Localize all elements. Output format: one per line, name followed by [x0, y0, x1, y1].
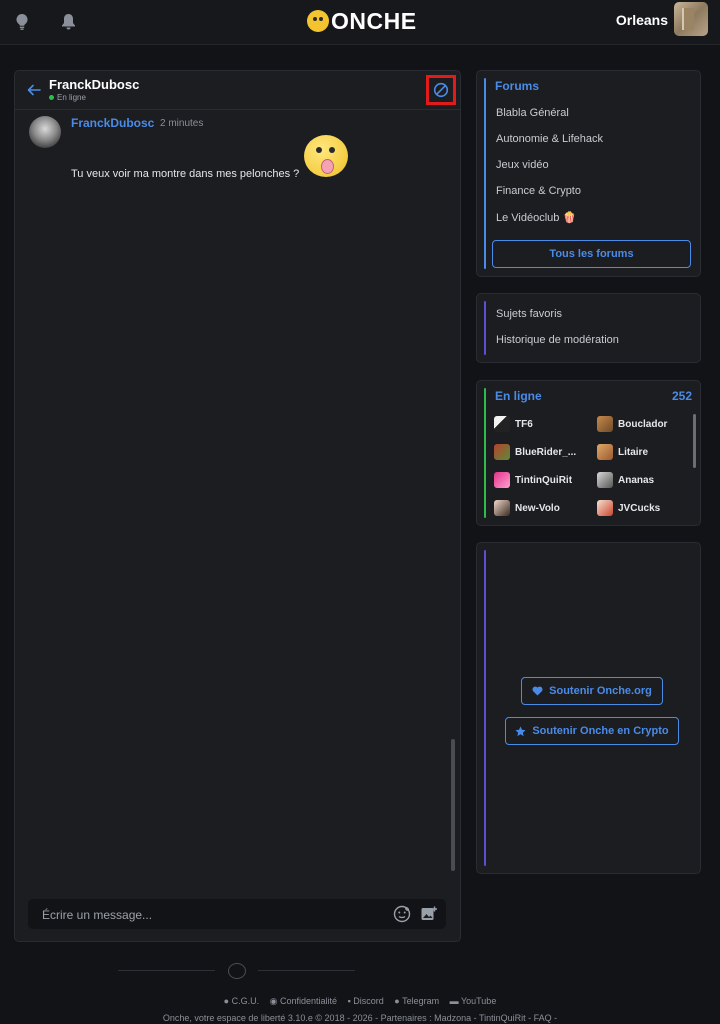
all-forums-label: Tous les forums	[549, 248, 634, 260]
footer-divider-left	[118, 970, 215, 971]
conversation-scrollbar[interactable]	[451, 739, 455, 871]
logo-face-icon	[307, 10, 329, 32]
user-avatar-ananas	[597, 472, 613, 488]
sticker-face-icon[interactable]	[393, 905, 411, 923]
footer-links: ● C.G.U. ◉ Confidentialité ▪ Discord ● T…	[0, 996, 720, 1007]
forum-link-blabla[interactable]: Blabla Général	[496, 107, 569, 119]
online-user[interactable]: TintinQuiRit	[494, 472, 572, 488]
extras-card: Sujets favoris Historique de modération	[476, 293, 701, 363]
footer-copyright: Onche, votre espace de liberté 3.10.e © …	[162, 1013, 558, 1023]
lightbulb-icon[interactable]	[9, 9, 35, 35]
online-user[interactable]: BlueRider_...	[494, 444, 576, 460]
heart-icon	[532, 686, 543, 696]
user-avatar-bouclador	[597, 416, 613, 432]
support-crypto-button[interactable]: Soutenir Onche en Crypto	[505, 717, 679, 745]
online-dot-icon	[49, 95, 54, 100]
footer-link-youtube[interactable]: ▬ YouTube	[450, 996, 497, 1006]
footer-link-discord[interactable]: ▪ Discord	[348, 996, 384, 1006]
forum-link-videoclub[interactable]: Le Vidéoclub 🍿	[496, 211, 576, 224]
footer-divider-right	[258, 970, 355, 971]
online-user[interactable]: JVCucks	[597, 500, 660, 516]
status-text: En ligne	[57, 93, 86, 102]
message-text: Tu veux voir ma montre dans mes pelonche…	[71, 168, 300, 180]
conversation-header: FranckDubosc En ligne	[15, 71, 460, 110]
footer-link-youtube-label: YouTube	[460, 996, 497, 1006]
online-user[interactable]: TF6	[494, 416, 533, 432]
online-user-name: JVCucks	[618, 502, 661, 514]
onche-logo[interactable]: ONCHE	[307, 6, 417, 36]
footer-link-telegram-label: Telegram	[402, 996, 440, 1006]
username[interactable]: Orleans	[616, 12, 668, 28]
footer-link-cgu-label: C.G.U.	[231, 996, 260, 1006]
online-title[interactable]: En ligne	[495, 389, 542, 403]
footer-link-cgu[interactable]: ● C.G.U.	[224, 996, 259, 1006]
user-avatar-bluerider	[494, 444, 510, 460]
support-onche-org-button[interactable]: Soutenir Onche.org	[521, 677, 663, 705]
message-time: 2 minutes	[160, 118, 204, 129]
favorite-topics-link[interactable]: Sujets favoris	[496, 308, 562, 320]
block-icon	[433, 82, 449, 98]
bell-icon[interactable]	[55, 9, 81, 35]
top-bar: ONCHE Orleans	[0, 0, 720, 45]
support-card: Soutenir Onche.org Soutenir Onche en Cry…	[476, 542, 701, 874]
user-avatar-jvcucks	[597, 500, 613, 516]
footer-link-discord-label: Discord	[353, 996, 384, 1006]
back-arrow-icon[interactable]	[27, 83, 41, 97]
online-user-name: New-Volo	[515, 502, 560, 514]
forums-card: Forums Blabla Général Autonomie & Lifeha…	[476, 70, 701, 277]
message-composer	[28, 899, 446, 931]
add-image-icon[interactable]	[420, 905, 438, 923]
online-user[interactable]: Bouclador	[597, 416, 667, 432]
user-avatar-litaire	[597, 444, 613, 460]
support-crypto-label: Soutenir Onche en Crypto	[532, 725, 669, 737]
author-avatar[interactable]	[29, 116, 61, 148]
star-icon	[515, 726, 526, 736]
contact-name[interactable]: FranckDubosc	[49, 77, 139, 92]
surprised-face-sticker-icon	[304, 135, 348, 177]
user-avatar-tf6	[494, 416, 510, 432]
online-user[interactable]: New-Volo	[494, 500, 560, 516]
online-user-name: TF6	[515, 418, 533, 430]
extras-accent-bar	[484, 301, 486, 355]
user-avatar[interactable]	[674, 2, 708, 36]
forums-accent-bar	[484, 78, 486, 269]
online-user-name: BlueRider_...	[515, 446, 577, 458]
online-accent-bar	[484, 388, 486, 518]
online-user-name: Litaire	[618, 446, 649, 458]
forum-link-finance[interactable]: Finance & Crypto	[496, 185, 581, 197]
footer-link-telegram[interactable]: ● Telegram	[394, 996, 439, 1006]
online-user-name: Ananas	[618, 474, 655, 486]
online-card: En ligne 252 TF6 Bouclador BlueRider_...…	[476, 380, 701, 526]
block-user-button[interactable]	[426, 75, 456, 105]
online-count: 252	[671, 389, 692, 403]
support-accent-bar	[484, 550, 486, 866]
footer-link-privacy[interactable]: ◉ Confidentialité	[270, 996, 337, 1006]
forum-link-autonomie[interactable]: Autonomie & Lifehack	[496, 133, 603, 145]
all-forums-button[interactable]: Tous les forums	[492, 240, 691, 268]
moderation-history-link[interactable]: Historique de modération	[496, 334, 619, 346]
message-author[interactable]: FranckDubosc	[71, 116, 154, 130]
online-user[interactable]: Litaire	[597, 444, 648, 460]
forums-title[interactable]: Forums	[495, 79, 539, 93]
message-input[interactable]	[40, 899, 374, 931]
contact-status: En ligne	[49, 93, 86, 102]
support-org-label: Soutenir Onche.org	[549, 685, 652, 697]
user-avatar-new-volo	[494, 500, 510, 516]
user-avatar-tintinquirit	[494, 472, 510, 488]
online-list-scrollbar[interactable]	[693, 414, 696, 468]
conversation-panel: FranckDubosc En ligne FranckDubosc 2 min…	[14, 70, 461, 942]
forum-link-jeux-video[interactable]: Jeux vidéo	[496, 159, 549, 171]
online-user-name: TintinQuiRit	[515, 474, 573, 486]
online-user[interactable]: Ananas	[597, 472, 654, 488]
online-user-name: Bouclador	[618, 418, 668, 430]
logo-text: ONCHE	[331, 7, 417, 34]
footer-link-privacy-label: Confidentialité	[280, 996, 338, 1006]
footer-face-icon	[228, 963, 246, 979]
